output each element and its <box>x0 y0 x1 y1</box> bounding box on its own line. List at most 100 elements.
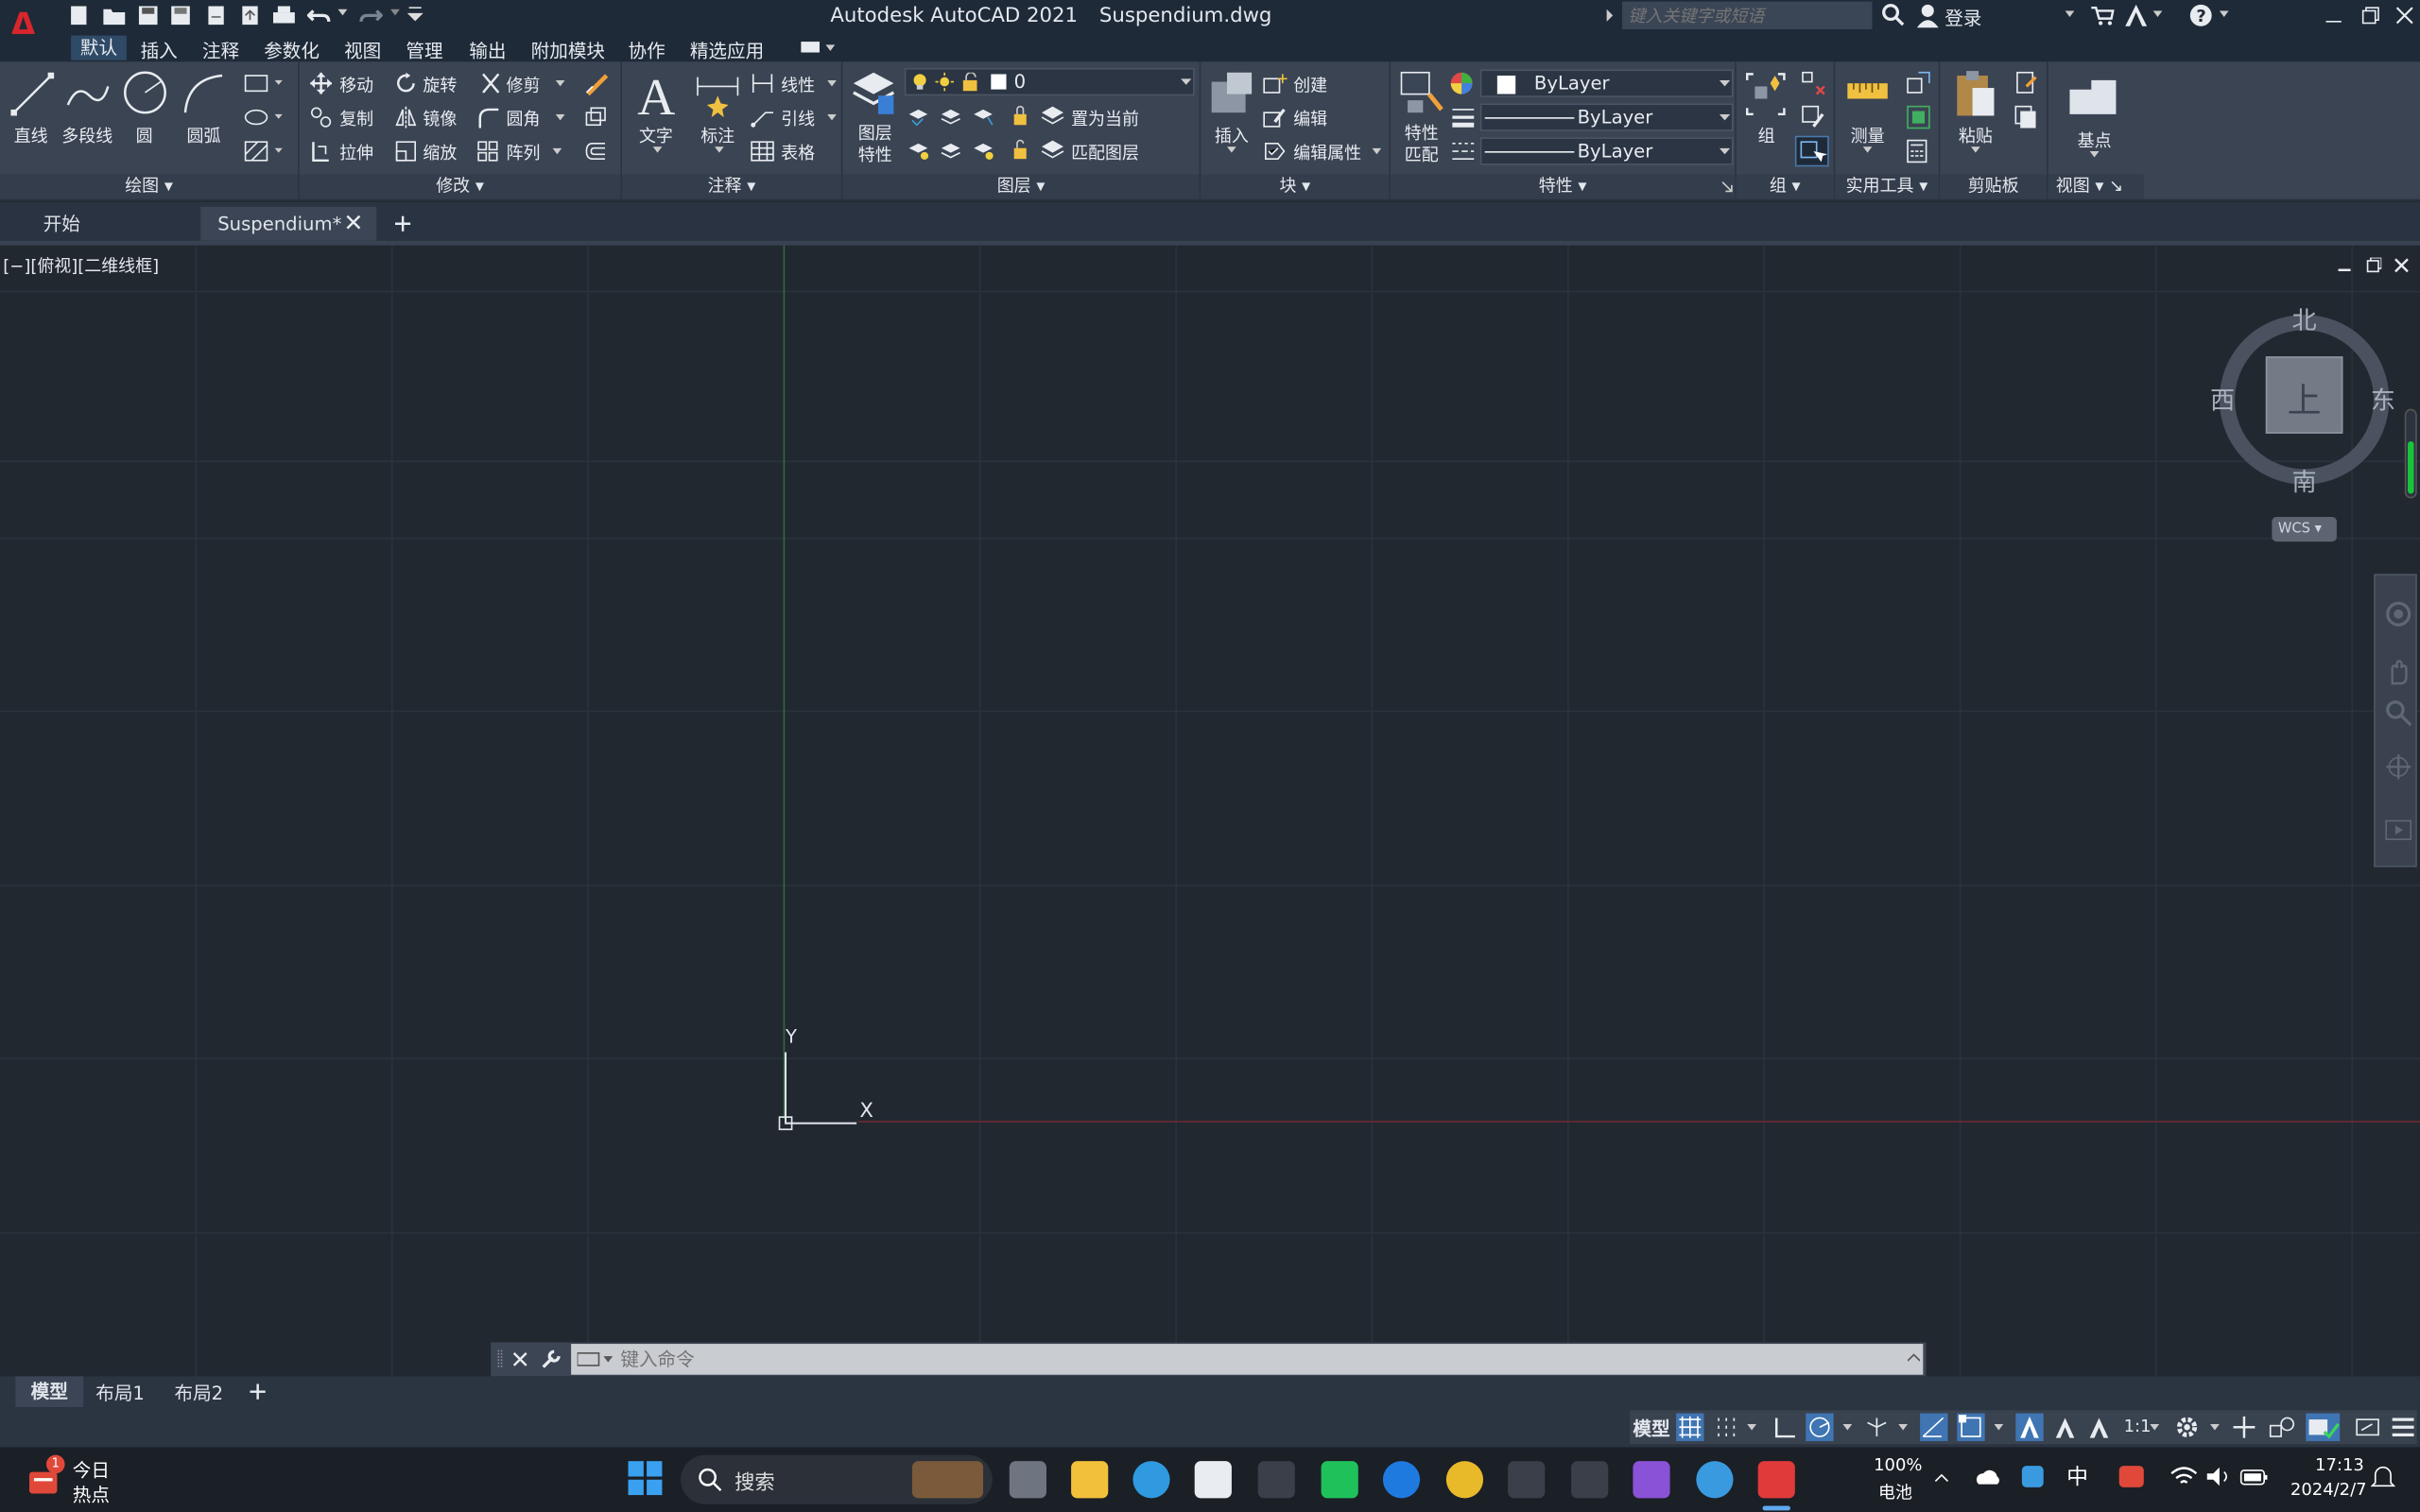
paste-button[interactable]: 粘贴 <box>1959 124 1993 148</box>
stretch-icon[interactable] <box>310 141 332 163</box>
set-current-button[interactable]: 置为当前 <box>1071 107 1139 131</box>
isodraft-dropdown-icon[interactable] <box>1898 1423 1909 1432</box>
linetype-dropdown[interactable]: ByLayer <box>1479 137 1734 165</box>
tab-view[interactable]: 视图 <box>344 37 381 63</box>
user-icon[interactable] <box>1916 3 1939 28</box>
group-button[interactable]: 组 <box>1758 124 1775 148</box>
layer-unlock-all-icon[interactable] <box>1008 139 1029 161</box>
tab-default[interactable]: 默认 <box>71 35 127 60</box>
restore-icon[interactable] <box>2361 7 2380 26</box>
open-file-icon[interactable] <box>102 5 127 26</box>
dimension-dropdown-icon[interactable] <box>714 146 724 154</box>
isodraft-icon[interactable] <box>1864 1415 1889 1439</box>
insert-block-icon[interactable] <box>1208 69 1254 118</box>
text-dropdown-icon[interactable] <box>652 146 663 154</box>
customize-qat-icon[interactable] <box>407 5 424 24</box>
ortho-icon[interactable] <box>1772 1415 1796 1439</box>
annotation-visibility-icon[interactable] <box>2015 1413 2044 1441</box>
model-space-button[interactable]: 模型 <box>1633 1415 1669 1441</box>
snap-dropdown-icon[interactable] <box>1747 1423 1757 1432</box>
redo-dropdown-icon[interactable] <box>390 8 400 17</box>
annotation-scale-icon[interactable] <box>2086 1415 2111 1439</box>
viewcube-top-face[interactable]: 上 <box>2265 356 2343 434</box>
layer-on-icon[interactable] <box>912 73 927 92</box>
layer-properties-button[interactable]: 图层特性 <box>856 124 893 167</box>
table-icon[interactable] <box>750 141 774 163</box>
new-tab-icon[interactable] <box>394 215 411 232</box>
battery-label[interactable]: 电池 <box>1878 1480 1912 1504</box>
autocad-taskbar-icon[interactable] <box>1757 1461 1795 1499</box>
properties-launcher-icon[interactable] <box>1720 180 1733 193</box>
save-as-icon[interactable] <box>170 5 192 26</box>
copy-button[interactable]: 复制 <box>339 107 373 131</box>
tab-insert[interactable]: 插入 <box>141 37 178 63</box>
quick-select-icon[interactable] <box>1906 71 1930 95</box>
scrollbar-track[interactable] <box>2404 408 2417 499</box>
tab-featured-apps[interactable]: 精选应用 <box>690 37 764 63</box>
paste-dropdown-icon[interactable] <box>1970 146 1980 154</box>
workspace-dropdown-icon[interactable] <box>2210 1423 2220 1432</box>
match-properties-button[interactable]: 特性匹配 <box>1403 124 1440 167</box>
fillet-icon[interactable] <box>477 107 499 129</box>
copy-clip-icon[interactable] <box>2014 105 2039 129</box>
trim-dropdown-icon[interactable] <box>555 79 565 88</box>
hatch-icon[interactable] <box>244 141 284 163</box>
color-dropdown-arrow-icon[interactable] <box>1719 79 1731 88</box>
file-explorer-icon[interactable] <box>1071 1461 1109 1499</box>
annotation-monitor-icon[interactable] <box>2232 1415 2256 1439</box>
group-edit-icon[interactable] <box>1801 105 1825 129</box>
rectangle-icon[interactable] <box>244 74 284 93</box>
offset-icon[interactable] <box>583 141 608 163</box>
tray-expand-icon[interactable] <box>1934 1470 1949 1483</box>
dimension-button[interactable]: 标注 <box>700 124 735 148</box>
measure-icon[interactable] <box>1846 77 1890 109</box>
annotation-scale-value[interactable]: 1:1 <box>2124 1417 2152 1436</box>
array-button[interactable]: 阵列 <box>507 141 541 165</box>
command-close-icon[interactable] <box>512 1351 527 1366</box>
sogou-input-icon[interactable] <box>2118 1464 2145 1488</box>
cut-icon[interactable] <box>2014 71 2039 95</box>
ungroup-icon[interactable] <box>1801 71 1825 95</box>
calculator-icon[interactable] <box>1906 139 1927 163</box>
linear-dim-icon[interactable] <box>750 73 774 94</box>
lineweight-dropdown-arrow-icon[interactable] <box>1719 113 1731 122</box>
wechat-icon[interactable] <box>1321 1461 1358 1499</box>
match-layer-button[interactable]: 匹配图层 <box>1071 141 1139 165</box>
polar-tracking-icon[interactable] <box>1806 1413 1834 1441</box>
ime-indicator[interactable]: 中 <box>2066 1461 2088 1492</box>
properties-panel-title[interactable]: 特性 ▾ <box>1391 174 1736 199</box>
select-all-icon[interactable] <box>1906 105 1930 129</box>
array-icon[interactable] <box>477 141 499 163</box>
viewcube-east[interactable]: 东 <box>2371 380 2395 417</box>
help-icon[interactable]: ? <box>2188 3 2213 27</box>
tab-model[interactable]: 模型 <box>15 1376 84 1408</box>
viewport-restore-icon[interactable] <box>2366 257 2382 273</box>
copy-icon[interactable] <box>310 107 332 129</box>
rotate-icon[interactable] <box>395 72 417 94</box>
task-view-icon[interactable] <box>1009 1461 1046 1499</box>
steering-wheel-icon[interactable] <box>2385 600 2412 627</box>
redo-icon[interactable] <box>358 5 383 26</box>
arc-icon[interactable] <box>181 71 227 117</box>
login-dropdown-icon[interactable] <box>2065 10 2075 18</box>
layer-thaw-icon[interactable] <box>935 72 955 92</box>
move-icon[interactable] <box>310 72 333 94</box>
fillet-button[interactable]: 圆角 <box>507 107 541 131</box>
group-selection-toggle[interactable] <box>1794 135 1829 167</box>
hardware-acceleration-icon[interactable] <box>2306 1413 2341 1441</box>
polyline-button[interactable]: 多段线 <box>61 124 112 148</box>
trim-icon[interactable] <box>480 73 502 94</box>
tab-start[interactable]: 开始 <box>0 206 201 241</box>
grid-toggle-icon[interactable] <box>1676 1413 1704 1441</box>
new-file-icon[interactable] <box>68 5 90 26</box>
color-wheel-icon[interactable] <box>1449 71 1474 95</box>
taskbar-search[interactable]: 搜索 <box>681 1454 993 1504</box>
object-snap-dropdown-icon[interactable] <box>1994 1423 2004 1432</box>
ribbon-toggle-icon[interactable] <box>800 40 837 55</box>
paste-icon[interactable] <box>1954 69 1997 118</box>
view-panel-title[interactable]: 视图 ▾ ↘ <box>2048 174 2144 199</box>
save-icon[interactable] <box>137 5 159 26</box>
object-snap-tracking-icon[interactable] <box>1920 1413 1948 1441</box>
microsoft-store-icon[interactable] <box>1194 1461 1232 1499</box>
group-icon[interactable] <box>1742 71 1789 117</box>
